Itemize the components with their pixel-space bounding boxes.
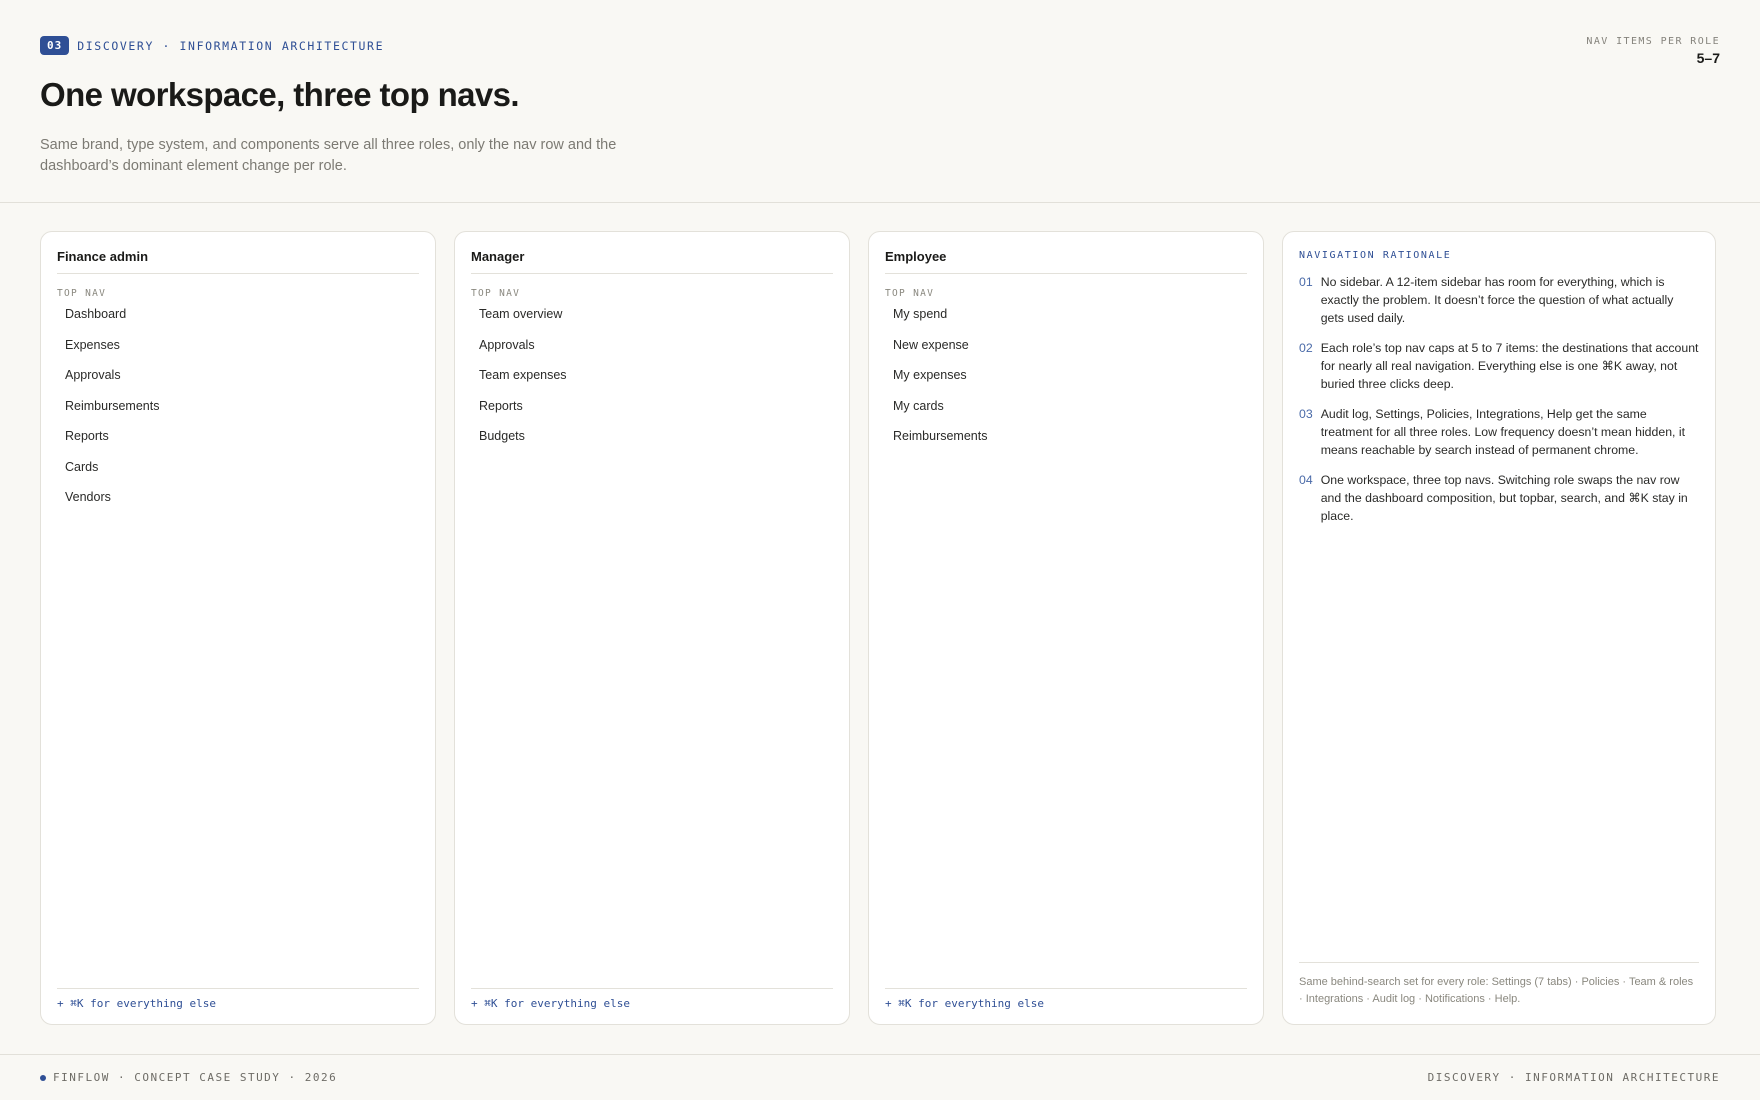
nav-item-cards: Cards	[65, 459, 99, 474]
nav-item-expenses: Expenses	[65, 337, 120, 352]
rationale-number: 03	[1299, 407, 1313, 421]
nav-item-reports: Reports	[65, 429, 109, 443]
role-title: Manager	[471, 249, 833, 274]
nav-item-approvals: Approvals	[65, 368, 121, 382]
rationale-text: One workspace, three top navs. Switching…	[1320, 473, 1688, 523]
top-nav-list: Dashboard Expenses Approvals Reimburseme…	[57, 304, 419, 518]
rationale-number: 02	[1299, 341, 1313, 355]
page-title: One workspace, three top navs.	[40, 76, 520, 113]
rationale-item: 04 One workspace, three top navs. Switch…	[1299, 471, 1699, 525]
nav-item-new-expense: New expense	[893, 337, 969, 352]
role-card-employee: Employee TOP NAV My spend New expense My…	[868, 231, 1264, 1025]
nav-item-my-spend: My spend	[893, 307, 948, 321]
rationale-text: No sidebar. A 12-item sidebar has room f…	[1320, 275, 1674, 325]
footer-left: FINFLOW · CONCEPT CASE STUDY · 2026	[40, 1071, 337, 1084]
role-cards: Finance admin TOP NAV Dashboard Expenses…	[40, 231, 1720, 1025]
footer-left-text: FINFLOW · CONCEPT CASE STUDY · 2026	[53, 1071, 338, 1084]
nav-item-team-overview: Team overview	[479, 307, 563, 321]
nav-items-metric: NAV ITEMS PER ROLE 5–7	[1586, 36, 1720, 66]
page-header: 03 DISCOVERY · INFORMATION ARCHITECTURE …	[40, 36, 1720, 186]
eyebrow-text: DISCOVERY · INFORMATION ARCHITECTURE	[77, 38, 385, 53]
footer-right-text: DISCOVERY · INFORMATION ARCHITECTURE	[1427, 1071, 1720, 1084]
nav-item-vendors: Vendors	[65, 490, 111, 504]
top-nav-label: TOP NAV	[57, 288, 107, 299]
page-subtitle: Same brand, type system, and components …	[40, 137, 617, 174]
top-nav-label: TOP NAV	[885, 288, 935, 299]
nav-item-approvals: Approvals	[479, 337, 535, 352]
rationale-list: 01 No sidebar. A 12-item sidebar has roo…	[1299, 273, 1699, 525]
top-nav-list: My spend New expense My expenses My card…	[885, 304, 1247, 457]
rationale-label: NAVIGATION RATIONALE	[1299, 250, 1452, 261]
rationale-text: Audit log, Settings, Policies, Integrati…	[1320, 407, 1686, 457]
nav-item-reimbursements: Reimbursements	[893, 429, 988, 443]
section-number-badge: 03	[40, 36, 70, 55]
brand-dot-icon	[40, 1074, 46, 1081]
nav-item-reimbursements: Reimbursements	[65, 398, 160, 413]
metric-value: 5–7	[1696, 50, 1720, 66]
command-k-hint: + ⌘K for everything else	[471, 988, 833, 1024]
rationale-number: 01	[1299, 275, 1313, 289]
command-k-hint: + ⌘K for everything else	[885, 988, 1247, 1024]
rationale-text: Each role’s top nav caps at 5 to 7 items…	[1320, 341, 1699, 391]
rationale-item: 03 Audit log, Settings, Policies, Integr…	[1299, 405, 1699, 459]
navigation-rationale-card: NAVIGATION RATIONALE 01 No sidebar. A 12…	[1282, 231, 1716, 1025]
command-k-hint: + ⌘K for everything else	[57, 988, 419, 1024]
nav-item-reports: Reports	[479, 398, 523, 413]
nav-item-team-expenses: Team expenses	[479, 368, 567, 382]
eyebrow: 03 DISCOVERY · INFORMATION ARCHITECTURE	[40, 36, 1720, 55]
footer-divider	[0, 1054, 1760, 1055]
top-nav-label: TOP NAV	[471, 288, 521, 299]
role-card-finance-admin: Finance admin TOP NAV Dashboard Expenses…	[40, 231, 436, 1025]
rationale-item: 02 Each role’s top nav caps at 5 to 7 it…	[1299, 339, 1699, 393]
rationale-item: 01 No sidebar. A 12-item sidebar has roo…	[1299, 273, 1699, 327]
nav-item-my-expenses: My expenses	[893, 368, 967, 382]
nav-item-budgets: Budgets	[479, 429, 525, 443]
metric-label: NAV ITEMS PER ROLE	[1586, 36, 1720, 47]
role-title: Employee	[885, 249, 1247, 274]
header-divider	[0, 202, 1760, 203]
role-card-manager: Manager TOP NAV Team overview Approvals …	[454, 231, 850, 1025]
role-title: Finance admin	[57, 249, 419, 274]
nav-item-dashboard: Dashboard	[65, 307, 127, 321]
top-nav-list: Team overview Approvals Team expenses Re…	[471, 304, 833, 457]
nav-item-my-cards: My cards	[893, 398, 944, 413]
behind-search-note: Same behind-search set for every role: S…	[1299, 962, 1699, 1008]
rationale-number: 04	[1299, 473, 1313, 487]
